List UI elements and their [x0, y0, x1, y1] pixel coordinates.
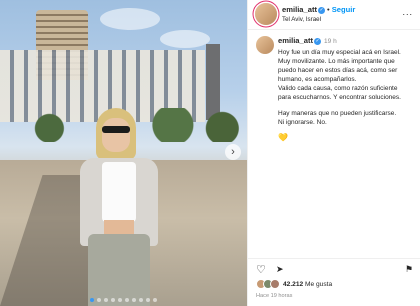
location-link[interactable]: Tel Aviv, Israel [282, 16, 321, 23]
caption-username[interactable]: emilia_att [278, 36, 313, 45]
carousel-dot [97, 298, 101, 302]
next-slide-icon[interactable]: › [225, 144, 241, 160]
liker-avatar [270, 279, 280, 289]
carousel-dot [111, 298, 115, 302]
carousel-dot [104, 298, 108, 302]
share-icon[interactable]: ➤ [276, 264, 284, 275]
follow-button[interactable]: Seguir [332, 5, 356, 14]
caption: emilia_att ✓ 19 h Hoy fue un día muy espec… [278, 36, 415, 142]
post-panel: emilia_att ✓ • Seguir Tel Aviv, Israel ... … [247, 0, 420, 306]
carousel-dots [0, 298, 247, 302]
verified-icon: ✓ [314, 37, 322, 45]
author-username[interactable]: emilia_att [282, 5, 317, 14]
caption-text-2: Hay maneras que no pueden justificarse. … [278, 110, 397, 126]
caption-head: emilia_att ✓ 19 h [278, 36, 415, 46]
person [78, 108, 162, 306]
carousel-dot [146, 298, 150, 302]
pants [88, 234, 150, 306]
like-icon[interactable]: ♡ [256, 263, 266, 276]
carousel-dot [153, 298, 157, 302]
caption-text: Hoy fue un día muy especial acá en Israe… [278, 49, 401, 101]
carousel-dot [132, 298, 136, 302]
post-time-ago: Hace 19 horas [256, 293, 293, 299]
verified-icon: ✓ [318, 6, 326, 14]
cloud [160, 30, 210, 48]
header-line: emilia_att ✓ • Seguir [282, 5, 355, 14]
sunglasses [102, 126, 130, 133]
author-avatar[interactable] [255, 3, 277, 25]
caption-time: 19 h [324, 38, 337, 45]
likes-number: 42.212 [283, 280, 304, 288]
likes-row[interactable]: 42.212 Me gusta [256, 279, 332, 289]
carousel-dot [90, 298, 94, 302]
more-options-icon[interactable]: ... [402, 7, 413, 17]
yellow-heart-emoji: 💛 [278, 133, 288, 142]
carousel-dot [125, 298, 129, 302]
post-photo[interactable]: › [0, 0, 247, 306]
carousel-dot [139, 298, 143, 302]
caption-avatar[interactable] [256, 36, 274, 54]
carousel-dot [118, 298, 122, 302]
cloud [100, 8, 160, 30]
post-header: emilia_att ✓ • Seguir Tel Aviv, Israel ... [248, 0, 420, 30]
likes-label: Me gusta [305, 280, 333, 288]
separator: • [327, 5, 330, 14]
action-bar: ♡ ➤ ⚑ [248, 258, 420, 276]
save-icon[interactable]: ⚑ [405, 264, 413, 275]
likes-count[interactable]: 42.212 Me gusta [283, 281, 332, 288]
face [102, 118, 130, 152]
midriff [104, 220, 134, 234]
shirt [102, 162, 136, 222]
